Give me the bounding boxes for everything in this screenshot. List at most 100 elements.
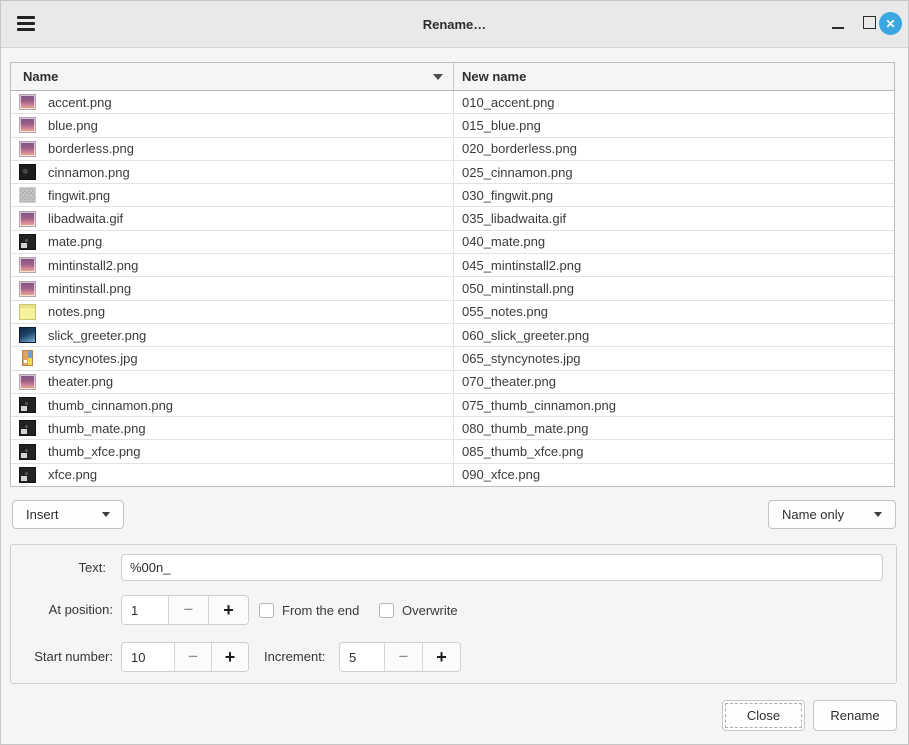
file-thumbnail-icon	[19, 117, 36, 133]
increment-input[interactable]	[340, 643, 384, 671]
file-new-name: 030_fingwit.png	[454, 184, 894, 206]
minimize-button[interactable]	[832, 27, 844, 29]
decrement-button[interactable]: −	[174, 643, 211, 671]
file-new-name: 065_styncynotes.jpg	[454, 347, 894, 369]
file-new-name: 055_notes.png	[454, 301, 894, 323]
file-name: fingwit.png	[48, 188, 110, 203]
file-name: thumb_xfce.png	[48, 444, 141, 459]
file-new-name: 015_blue.png	[454, 114, 894, 136]
table-body: accent.png 010_accent.png blue.png 015_b…	[11, 91, 894, 486]
file-thumbnail-icon	[19, 211, 36, 227]
overwrite-label: Overwrite	[402, 603, 458, 618]
table-row[interactable]: styncynotes.jpg 065_styncynotes.jpg	[11, 347, 894, 370]
scope-dropdown-label: Name only	[782, 507, 844, 522]
table-row[interactable]: thumb_cinnamon.png 075_thumb_cinnamon.pn…	[11, 394, 894, 417]
minus-icon: −	[188, 647, 198, 667]
increment-spinner: − +	[339, 642, 461, 672]
maximize-button[interactable]	[863, 16, 876, 29]
file-thumbnail-icon	[19, 467, 36, 483]
at-position-label: At position:	[11, 595, 113, 625]
file-new-name: 090_xfce.png	[454, 464, 894, 486]
file-name: mintinstall2.png	[48, 258, 138, 273]
increment-button[interactable]: +	[208, 596, 248, 624]
table-row[interactable]: mate.png 040_mate.png	[11, 231, 894, 254]
scope-dropdown[interactable]: Name only	[768, 500, 896, 529]
rename-dialog-window: Rename… ✕ Name New name accent.png 01	[0, 0, 909, 745]
increment-label: Increment:	[264, 642, 329, 672]
operation-dropdown-label: Insert	[26, 507, 59, 522]
chevron-down-icon	[102, 512, 110, 517]
file-thumbnail-icon	[19, 327, 36, 343]
plus-icon: +	[225, 647, 236, 668]
rename-preview-table: Name New name accent.png 010_accent.png …	[10, 62, 895, 487]
operation-dropdown[interactable]: Insert	[12, 500, 124, 529]
file-name: mintinstall.png	[48, 281, 131, 296]
hamburger-menu-button[interactable]	[17, 16, 35, 31]
file-new-name: 050_mintinstall.png	[454, 277, 894, 299]
file-new-name: 010_accent.png	[454, 91, 894, 113]
file-name: libadwaita.gif	[48, 211, 123, 226]
column-header-name[interactable]: Name	[11, 63, 454, 90]
file-name: mate.png	[48, 234, 102, 249]
decrement-button[interactable]: −	[168, 596, 208, 624]
table-row[interactable]: accent.png 010_accent.png	[11, 91, 894, 114]
file-new-name: 075_thumb_cinnamon.png	[454, 394, 894, 416]
checkbox-icon	[259, 603, 274, 618]
table-row[interactable]: thumb_mate.png 080_thumb_mate.png	[11, 417, 894, 440]
file-new-name: 025_cinnamon.png	[454, 161, 894, 183]
file-name: styncynotes.jpg	[48, 351, 138, 366]
table-row[interactable]: fingwit.png 030_fingwit.png	[11, 184, 894, 207]
file-thumbnail-icon	[19, 420, 36, 436]
minus-icon: −	[399, 647, 409, 667]
file-thumbnail-icon	[19, 141, 36, 157]
table-header: Name New name	[11, 63, 894, 91]
at-position-input[interactable]	[122, 596, 168, 624]
file-thumbnail-icon	[19, 281, 36, 297]
overwrite-checkbox[interactable]: Overwrite	[379, 595, 458, 625]
table-row[interactable]: notes.png 055_notes.png	[11, 301, 894, 324]
close-button[interactable]: Close	[722, 700, 805, 731]
file-new-name: 070_theater.png	[454, 371, 894, 393]
file-new-name: 080_thumb_mate.png	[454, 417, 894, 439]
table-row[interactable]: borderless.png 020_borderless.png	[11, 138, 894, 161]
table-row[interactable]: slick_greeter.png 060_slick_greeter.png	[11, 324, 894, 347]
file-new-name: 020_borderless.png	[454, 138, 894, 160]
from-the-end-label: From the end	[282, 603, 359, 618]
sort-descending-icon	[433, 74, 443, 80]
column-header-new-name[interactable]: New name	[454, 63, 894, 90]
file-name: theater.png	[48, 374, 113, 389]
table-row[interactable]: cinnamon.png 025_cinnamon.png	[11, 161, 894, 184]
start-number-spinner: − +	[121, 642, 249, 672]
start-number-input[interactable]	[122, 643, 174, 671]
table-row[interactable]: xfce.png 090_xfce.png	[11, 464, 894, 486]
plus-icon: +	[436, 647, 447, 668]
table-row[interactable]: mintinstall.png 050_mintinstall.png	[11, 277, 894, 300]
decrement-button[interactable]: −	[384, 643, 422, 671]
file-name: cinnamon.png	[48, 165, 130, 180]
file-name: accent.png	[48, 95, 112, 110]
table-row[interactable]: theater.png 070_theater.png	[11, 371, 894, 394]
file-name: slick_greeter.png	[48, 328, 146, 343]
rename-button[interactable]: Rename	[813, 700, 897, 731]
file-thumbnail-icon	[19, 444, 36, 460]
close-window-button[interactable]: ✕	[879, 12, 902, 35]
file-new-name: 060_slick_greeter.png	[454, 324, 894, 346]
chevron-down-icon	[874, 512, 882, 517]
table-row[interactable]: mintinstall2.png 045_mintinstall2.png	[11, 254, 894, 277]
from-the-end-checkbox[interactable]: From the end	[259, 595, 359, 625]
file-thumbnail-icon	[19, 304, 36, 320]
file-new-name: 045_mintinstall2.png	[454, 254, 894, 276]
file-name: thumb_mate.png	[48, 421, 146, 436]
text-input[interactable]	[121, 554, 883, 581]
file-name: xfce.png	[48, 467, 97, 482]
window-title: Rename…	[1, 1, 908, 47]
table-row[interactable]: libadwaita.gif 035_libadwaita.gif	[11, 207, 894, 230]
file-name: notes.png	[48, 304, 105, 319]
hamburger-icon	[17, 16, 35, 19]
at-position-spinner: − +	[121, 595, 249, 625]
increment-button[interactable]: +	[422, 643, 460, 671]
table-row[interactable]: blue.png 015_blue.png	[11, 114, 894, 137]
table-row[interactable]: thumb_xfce.png 085_thumb_xfce.png	[11, 440, 894, 463]
increment-button[interactable]: +	[211, 643, 248, 671]
insert-options-panel: Text: At position: − + From the end Over…	[10, 544, 897, 684]
